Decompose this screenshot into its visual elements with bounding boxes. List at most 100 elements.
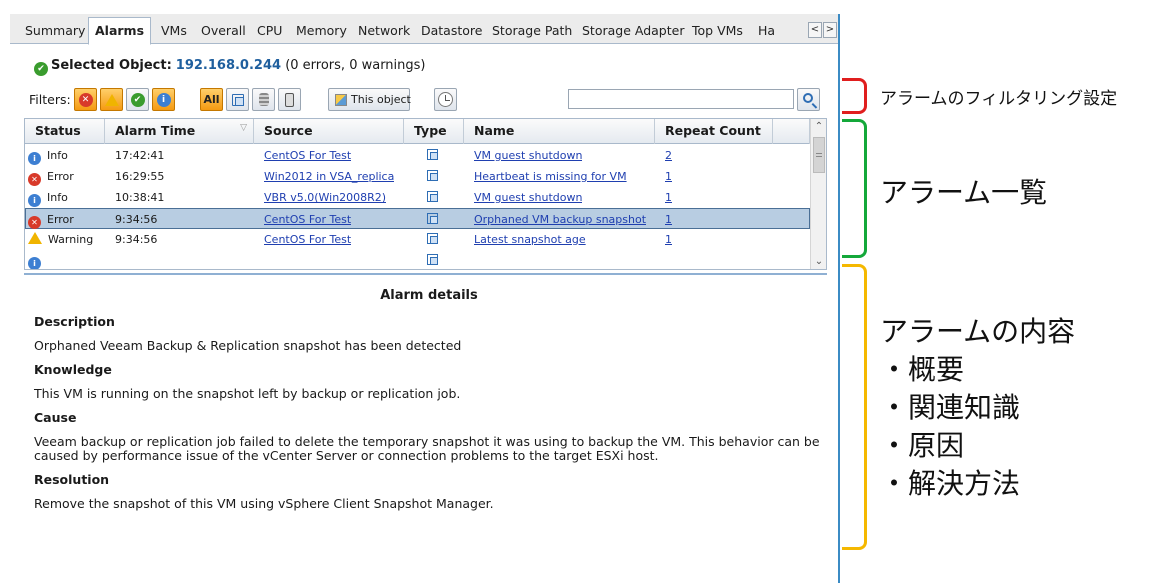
tab-vms[interactable]: VMs xyxy=(155,20,193,44)
selected-object-value: 192.168.0.244 xyxy=(175,58,282,73)
tab-storage-path[interactable]: Storage Path xyxy=(486,20,578,44)
filter-vm-button[interactable] xyxy=(226,88,249,111)
tab-overall[interactable]: Overall xyxy=(195,20,252,44)
status-cell: ✕ Error xyxy=(28,166,74,187)
tab-scroll-left-button[interactable]: < xyxy=(808,22,822,38)
source-link[interactable]: CentOS For Test xyxy=(264,233,351,246)
column-header-name[interactable]: Name xyxy=(464,119,655,144)
source-cell: Win2012 in VSA_replica xyxy=(264,166,394,187)
source-link[interactable]: VBR v5.0(Win2008R2) xyxy=(264,191,386,204)
detail-bracket xyxy=(842,264,867,550)
repeat-count-link[interactable]: 1 xyxy=(665,191,672,204)
filter-info-button[interactable]: i xyxy=(152,88,175,111)
alarm-name-link[interactable]: Heartbeat is missing for VM xyxy=(474,170,627,183)
tab-memory[interactable]: Memory xyxy=(290,20,353,44)
name-cell: Orphaned VM backup snapshot xyxy=(474,209,646,230)
grid-vertical-scrollbar[interactable]: ⌃ ⌄ xyxy=(810,119,826,269)
column-header-type[interactable]: Type xyxy=(404,119,464,144)
this-object-button[interactable]: This object xyxy=(328,88,411,111)
table-row[interactable]: ✕ Error 16:29:55 Win2012 in VSA_replica H… xyxy=(25,166,810,187)
annotation-item-resolution: ・解決方法 xyxy=(880,467,1021,500)
filter-warning-button[interactable] xyxy=(100,88,123,111)
alarm-time-cell: 9:34:56 xyxy=(115,233,158,246)
alarm-name-link[interactable]: VM guest shutdown xyxy=(474,149,582,162)
filter-ok-button[interactable]: ✔ xyxy=(126,88,149,111)
column-header-alarm-time-label: Alarm Time xyxy=(115,123,196,138)
cause-text: Veeam backup or replication job failed t… xyxy=(34,434,820,463)
repeat-count-link[interactable]: 1 xyxy=(665,233,672,246)
table-row[interactable]: Warning 9:34:56 CentOS For Test Latest s… xyxy=(25,229,810,250)
table-row[interactable]: i Info 10:38:41 VBR v5.0(Win2008R2) VM gu… xyxy=(25,187,810,208)
filter-bracket xyxy=(842,78,867,114)
list-bracket xyxy=(842,119,867,258)
tab-summary[interactable]: Summary xyxy=(19,20,91,44)
description-text: Orphaned Veeam Backup & Replication snap… xyxy=(34,338,462,353)
sort-indicator-icon: ▽ xyxy=(240,123,247,133)
search-input[interactable] xyxy=(568,89,794,109)
status-text: Error xyxy=(47,213,74,226)
vm-type-icon xyxy=(427,191,438,202)
selected-object-label: Selected Object: xyxy=(51,58,172,73)
source-link[interactable]: Win2012 in VSA_replica xyxy=(264,170,394,183)
alarm-name-link[interactable]: Orphaned VM backup snapshot xyxy=(474,213,646,226)
source-link[interactable]: CentOS For Test xyxy=(264,149,351,162)
repeat-count-cell: 1 xyxy=(665,166,672,187)
source-cell: CentOS For Test xyxy=(264,229,351,250)
info-icon: i xyxy=(28,257,41,269)
column-header-repeat-count[interactable]: Repeat Count xyxy=(655,119,773,144)
name-cell: Heartbeat is missing for VM xyxy=(474,166,627,187)
alarm-name-link[interactable]: VM guest shutdown xyxy=(474,191,582,204)
repeat-count-link[interactable]: 2 xyxy=(665,149,672,162)
repeat-count-cell: 1 xyxy=(665,187,672,208)
column-header-alarm-time[interactable]: Alarm Time ▽ xyxy=(105,119,254,144)
status-cell: ✕ Error xyxy=(28,209,74,230)
scroll-thumb[interactable] xyxy=(813,137,825,173)
grip-icon xyxy=(816,153,822,157)
tab-storage-adapter[interactable]: Storage Adapter xyxy=(576,20,690,44)
filter-host-button[interactable] xyxy=(278,88,301,111)
search-button[interactable] xyxy=(797,88,820,111)
table-row-partial[interactable]: i xyxy=(25,250,810,269)
column-header-source[interactable]: Source xyxy=(254,119,404,144)
filter-all-label: All xyxy=(203,93,220,106)
source-link[interactable]: CentOS For Test xyxy=(264,213,351,226)
tab-cpu[interactable]: CPU xyxy=(251,20,288,44)
column-header-status[interactable]: Status xyxy=(25,119,105,144)
vm-icon xyxy=(231,93,244,106)
time-filter-button[interactable] xyxy=(434,88,457,111)
column-header-filler xyxy=(773,119,810,144)
filter-all-button[interactable]: All xyxy=(200,88,223,111)
annotation-item-overview: ・概要 xyxy=(880,353,965,386)
ok-status-icon: ✔ xyxy=(34,62,48,76)
tab-alarms[interactable]: Alarms xyxy=(88,17,152,45)
vm-type-icon xyxy=(427,233,438,244)
type-cell xyxy=(427,229,438,250)
this-object-label: This object xyxy=(351,93,411,106)
alarm-time-cell: 10:38:41 xyxy=(115,191,165,204)
status-text: Info xyxy=(47,191,68,204)
type-cell xyxy=(427,187,438,208)
source-cell: CentOS For Test xyxy=(264,209,351,230)
filter-datastore-button[interactable] xyxy=(252,88,275,111)
repeat-count-link[interactable]: 1 xyxy=(665,170,672,183)
table-row[interactable]: i Info 17:42:41 CentOS For Test VM guest … xyxy=(25,145,810,166)
pane-splitter[interactable] xyxy=(24,273,827,275)
warning-icon xyxy=(104,93,119,106)
info-icon: i xyxy=(28,194,41,207)
repeat-count-link[interactable]: 1 xyxy=(665,213,672,226)
status-cell: Warning xyxy=(28,229,93,250)
tab-top-vms[interactable]: Top VMs xyxy=(686,20,749,44)
filter-error-button[interactable]: ✕ xyxy=(74,88,97,111)
ok-icon: ✔ xyxy=(130,92,145,107)
filters-label: Filters: xyxy=(29,92,71,107)
tab-datastore[interactable]: Datastore xyxy=(415,20,488,44)
tab-scroll-right-button[interactable]: > xyxy=(823,22,837,38)
alarm-name-link[interactable]: Latest snapshot age xyxy=(474,233,586,246)
table-row-selected[interactable]: ✕ Error 9:34:56 CentOS For Test Orphaned … xyxy=(25,208,810,229)
scroll-up-icon[interactable]: ⌃ xyxy=(811,119,826,134)
scroll-down-icon[interactable]: ⌄ xyxy=(811,254,826,269)
tab-ha[interactable]: Ha xyxy=(752,20,781,44)
alarm-details: Alarm details Description Orphaned Veeam… xyxy=(34,289,824,521)
tab-network[interactable]: Network xyxy=(352,20,416,44)
repeat-count-cell: 2 xyxy=(665,145,672,166)
